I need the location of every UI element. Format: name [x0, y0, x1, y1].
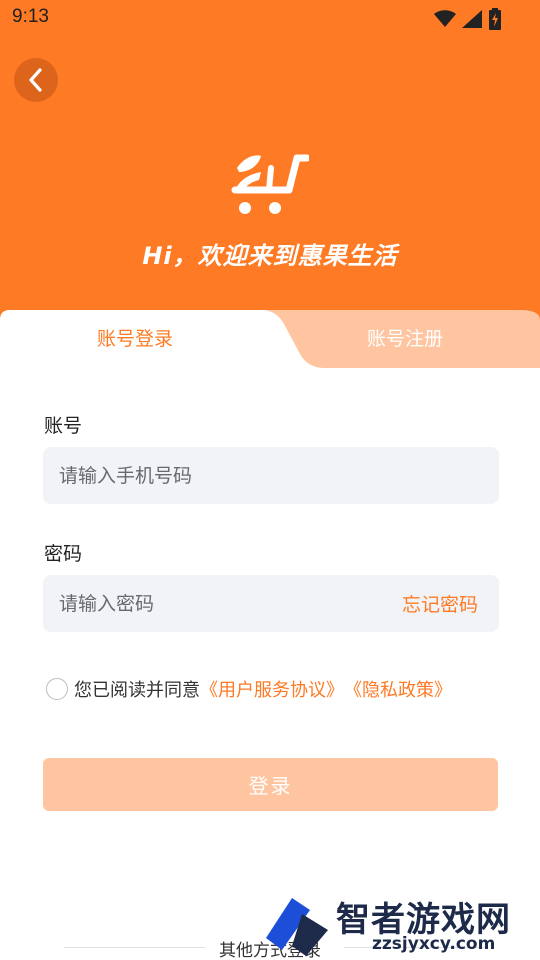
shopping-cart-leaf-icon: [231, 154, 309, 214]
password-input[interactable]: [59, 592, 359, 615]
privacy-policy-link[interactable]: 《隐私政策》: [344, 676, 452, 702]
account-field[interactable]: [43, 447, 499, 504]
status-bar: 9:13: [0, 0, 540, 36]
battery-icon: [489, 8, 501, 30]
account-input[interactable]: [59, 464, 359, 487]
agreement-row: 您已阅读并同意 《用户服务协议》 《隐私政策》: [46, 676, 516, 702]
password-field[interactable]: 忘记密码: [43, 575, 499, 632]
agreement-text: 您已阅读并同意: [74, 680, 200, 701]
tab-account-login[interactable]: 账号登录: [40, 324, 230, 351]
user-agreement-link[interactable]: 《用户服务协议》: [200, 676, 344, 702]
watermark: 智者游戏网 zzsjyxcy.com: [262, 890, 540, 960]
chevron-left-icon: [29, 68, 42, 92]
watermark-logo-icon: [266, 898, 328, 956]
tab-bar: 账号登录 账号注册: [0, 310, 540, 368]
status-time: 9:13: [12, 6, 49, 27]
wifi-icon: [434, 10, 456, 27]
tab-account-register[interactable]: 账号注册: [310, 324, 500, 351]
divider-left: [64, 947, 206, 948]
account-label: 账号: [44, 415, 83, 437]
agree-checkbox[interactable]: [46, 678, 68, 700]
password-label: 密码: [44, 543, 83, 565]
watermark-subtitle: zzsjyxcy.com: [372, 934, 496, 954]
forgot-password-link[interactable]: 忘记密码: [402, 590, 478, 617]
signal-icon: [462, 10, 482, 28]
welcome-title: Hi，欢迎来到惠果生活: [142, 242, 398, 270]
status-icons: [434, 8, 502, 30]
login-button[interactable]: 登录: [43, 758, 498, 811]
back-button[interactable]: [14, 58, 58, 102]
header: 9:13 Hi，欢迎来到惠果生活: [0, 0, 540, 330]
